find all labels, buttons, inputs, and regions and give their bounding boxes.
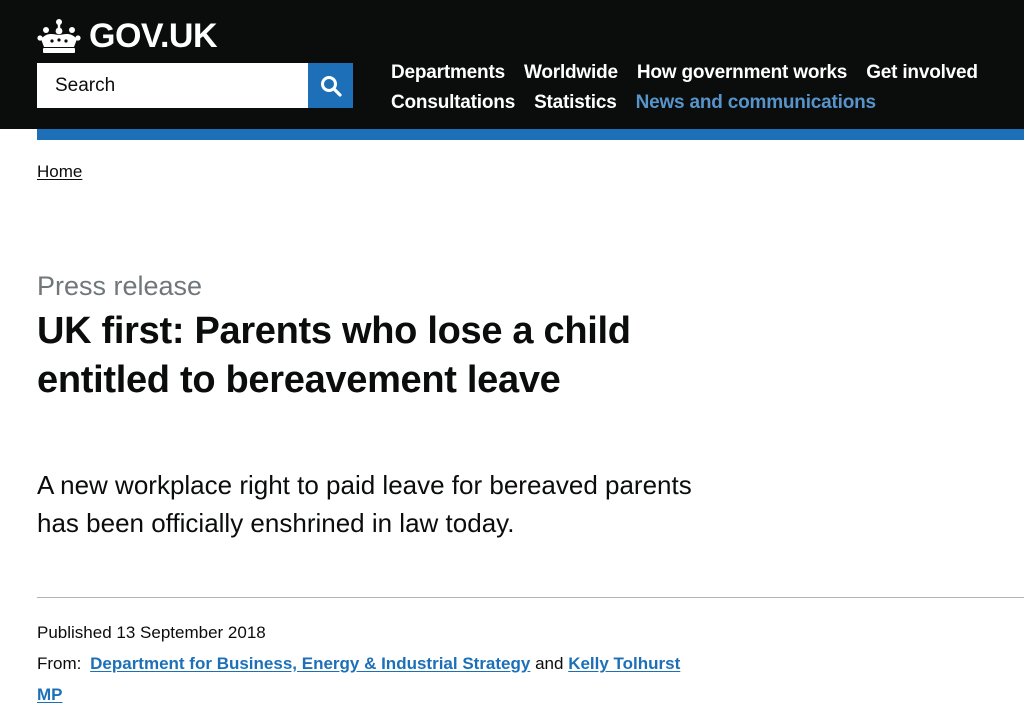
published-row: Published 13 September 2018 xyxy=(37,617,687,648)
nav-departments[interactable]: Departments xyxy=(391,58,505,88)
from-label: From: xyxy=(37,654,82,673)
nav-consultations[interactable]: Consultations xyxy=(391,88,515,118)
search-icon xyxy=(320,75,342,97)
breadcrumb: Home xyxy=(37,160,82,184)
metadata-divider xyxy=(37,597,1024,598)
published-label: Published xyxy=(37,623,112,642)
govuk-logo-link[interactable]: GOV.UK xyxy=(37,16,218,56)
nav-news-and-communications[interactable]: News and communications xyxy=(636,88,877,118)
main-navigation: Departments Worldwide How government wor… xyxy=(391,58,1011,118)
header-accent-bar xyxy=(37,129,1024,140)
organisation-link-beis[interactable]: Department for Business, Energy & Indust… xyxy=(90,654,530,673)
from-joiner: and xyxy=(535,654,564,673)
from-row: From: Department for Business, Energy & … xyxy=(37,648,687,710)
document-type: Press release xyxy=(37,271,203,301)
published-date: 13 September 2018 xyxy=(116,623,266,642)
search-input[interactable] xyxy=(37,63,308,108)
crown-icon xyxy=(37,19,81,53)
page-title: UK first: Parents who lose a child entit… xyxy=(37,310,631,401)
search-form xyxy=(37,63,353,108)
nav-get-involved[interactable]: Get involved xyxy=(866,58,978,88)
nav-worldwide[interactable]: Worldwide xyxy=(524,58,618,88)
nav-statistics[interactable]: Statistics xyxy=(534,88,617,118)
article-summary: A new workplace right to paid leave for … xyxy=(37,470,692,538)
search-button[interactable] xyxy=(308,63,353,108)
site-logo-text: GOV.UK xyxy=(89,17,218,55)
publication-metadata: Published 13 September 2018 From: Depart… xyxy=(37,617,687,710)
breadcrumb-home-link[interactable]: Home xyxy=(37,162,82,181)
site-header: GOV.UK Departments Worldwide How governm… xyxy=(0,0,1024,129)
nav-how-government-works[interactable]: How government works xyxy=(637,58,848,88)
